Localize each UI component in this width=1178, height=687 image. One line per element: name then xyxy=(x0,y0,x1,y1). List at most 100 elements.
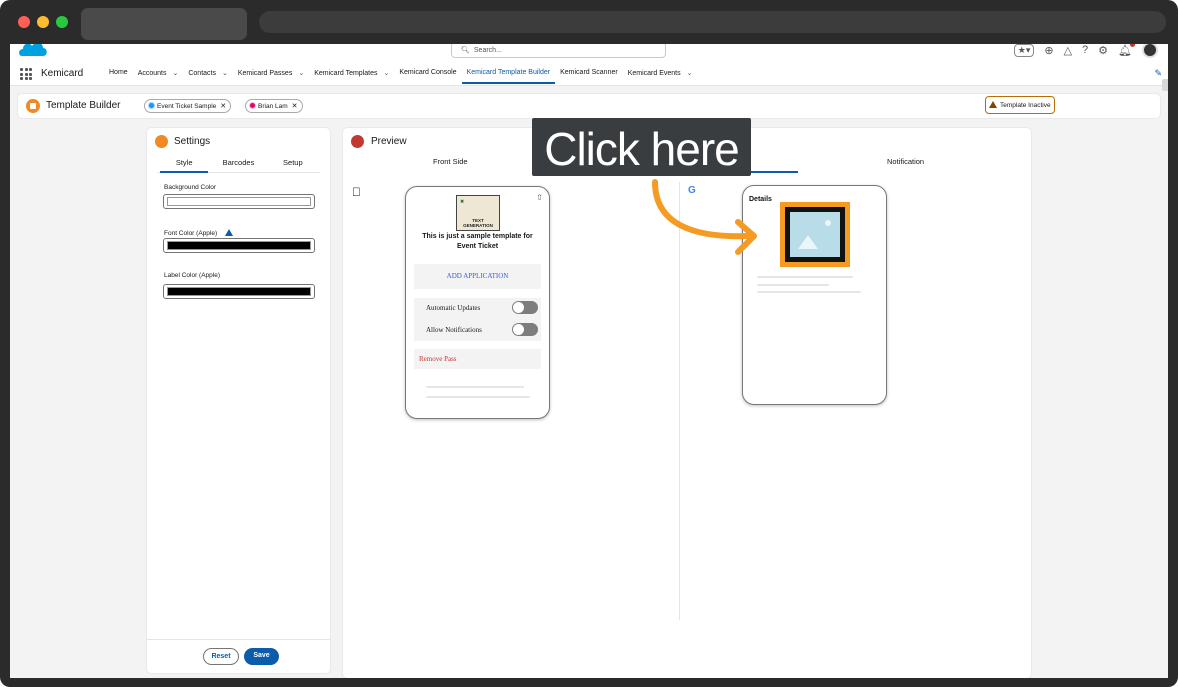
add-application-button[interactable]: ADD APPLICATION xyxy=(414,264,541,289)
search-icon: 🔍︎ xyxy=(461,47,470,54)
nav-item-label: Kemicard Templates xyxy=(314,70,378,77)
apple-icon:  xyxy=(352,185,361,199)
settings-title: Settings xyxy=(174,136,211,147)
address-bar[interactable] xyxy=(259,11,1166,33)
global-header: 🔍︎ Search... ★▾ ⊕ △ ? ⚙ 🔔︎ xyxy=(10,44,1168,64)
add-icon[interactable]: ⊕ xyxy=(1044,44,1053,57)
header-utilities: ★▾ ⊕ △ ? ⚙ 🔔︎ xyxy=(1013,44,1158,58)
side-panel-handle[interactable] xyxy=(1162,79,1168,91)
image-placeholder-icon xyxy=(790,212,840,257)
placeholder-line xyxy=(426,396,530,398)
minimize-window-button[interactable] xyxy=(37,16,49,28)
label-color-label: Label Color (Apple) xyxy=(164,272,221,279)
font-color-label: Font Color (Apple) xyxy=(164,229,234,237)
chevron-down-icon[interactable]: ⌄ xyxy=(222,70,228,77)
preview-icon xyxy=(351,135,364,148)
app-navigation-bar: Kemicard Home Accounts ⌄ Contacts ⌄ Kemicard … xyxy=(10,64,1168,86)
allow-notifications-row: Allow Notifications xyxy=(426,320,538,340)
nav-item[interactable]: Kemicard Console xyxy=(394,64,461,86)
close-window-button[interactable] xyxy=(18,16,30,28)
placeholder-line xyxy=(757,276,853,278)
reset-button[interactable]: Reset xyxy=(203,648,239,665)
app-name: Kemicard xyxy=(41,68,84,79)
share-icon[interactable]: ⇧ xyxy=(536,193,543,202)
nav-item[interactable]: Kemicard Passes ⌄ xyxy=(233,64,309,86)
placeholder-line xyxy=(757,291,861,293)
settings-tabs: Style Barcodes Setup xyxy=(157,156,320,173)
nav-item[interactable]: Accounts ⌄ xyxy=(133,64,184,86)
chevron-down-icon[interactable]: ⌄ xyxy=(687,70,693,77)
template-builder-icon xyxy=(26,99,40,113)
font-color-label-text: Font Color (Apple) xyxy=(164,230,218,237)
placeholder-line xyxy=(426,386,524,388)
tab-front-side[interactable]: Front Side xyxy=(433,157,468,166)
favorites-star-icon[interactable]: ★▾ xyxy=(1013,44,1035,57)
apple-wallet-preview: ⇧ ✖ TEXT GENERATION This is just a sampl… xyxy=(405,186,550,419)
event-pill-label: Event Ticket Sample xyxy=(157,103,217,110)
user-avatar[interactable] xyxy=(1142,44,1158,58)
global-search-input[interactable]: 🔍︎ Search... xyxy=(451,44,666,58)
tab-setup[interactable]: Setup xyxy=(266,156,320,172)
settings-icon xyxy=(155,135,168,148)
chevron-down-icon[interactable]: ⌄ xyxy=(172,70,178,77)
save-button[interactable]: Save xyxy=(244,648,279,665)
callout-arrow-icon xyxy=(652,179,757,255)
details-image-frame xyxy=(785,207,845,262)
pass-settings-group: Automatic Updates Allow Notifications xyxy=(414,298,541,341)
image-mountain-shape xyxy=(798,235,818,249)
thumbnail-text: TEXT GENERATION xyxy=(463,218,493,228)
remove-pass-button[interactable]: Remove Pass xyxy=(414,349,541,369)
pass-thumbnail: ✖ TEXT GENERATION xyxy=(456,195,500,231)
allow-notifications-toggle[interactable] xyxy=(512,323,538,336)
trailhead-icon[interactable]: △ xyxy=(1064,44,1072,57)
salesforce-cloud-icon[interactable] xyxy=(18,44,48,58)
nav-item[interactable]: Home xyxy=(104,64,133,86)
details-image-highlight[interactable] xyxy=(780,202,850,267)
nav-item-label: Contacts xyxy=(188,70,216,77)
nav-item[interactable]: Contacts ⌄ xyxy=(183,64,233,86)
help-icon[interactable]: ? xyxy=(1082,44,1088,56)
allow-notifications-label: Allow Notifications xyxy=(426,326,482,334)
event-ticket-pill[interactable]: Event Ticket Sample ✕ xyxy=(144,99,232,113)
status-badge-label: Template Inactive xyxy=(1000,102,1051,109)
nav-items: Home Accounts ⌄ Contacts ⌄ Kemicard Passes ⌄ Ke… xyxy=(104,64,698,86)
nav-item-label: Home xyxy=(109,69,128,76)
warning-icon xyxy=(989,101,997,108)
tab-barcodes[interactable]: Barcodes xyxy=(211,156,265,172)
nav-item-label: Accounts xyxy=(137,70,167,77)
automatic-updates-toggle[interactable] xyxy=(512,301,538,314)
tab-notification[interactable]: Notification xyxy=(887,157,924,166)
nav-item[interactable]: Kemicard Templates ⌄ xyxy=(309,64,394,86)
nav-item[interactable]: Kemicard Events ⌄ xyxy=(623,64,698,86)
automatic-updates-label: Automatic Updates xyxy=(426,304,481,312)
gear-icon[interactable]: ⚙ xyxy=(1098,44,1108,57)
chevron-down-icon[interactable]: ⌄ xyxy=(298,70,304,77)
click-here-callout: Click here xyxy=(532,118,751,176)
app-launcher-icon[interactable] xyxy=(20,68,32,80)
page-title: Template Builder xyxy=(46,100,121,111)
template-inactive-badge[interactable]: Template Inactive xyxy=(985,96,1055,114)
maximize-window-button[interactable] xyxy=(56,16,68,28)
pass-description: This is just a sample template for Event… xyxy=(422,233,533,250)
chevron-down-icon[interactable]: ⌄ xyxy=(384,70,390,77)
browser-tab[interactable] xyxy=(81,8,247,40)
edit-nav-pencil-icon[interactable]: ✎ xyxy=(1154,68,1162,79)
label-color-field[interactable] xyxy=(163,284,315,299)
notifications-bell-icon[interactable]: 🔔︎ xyxy=(1118,44,1135,57)
search-placeholder: Search... xyxy=(473,47,502,54)
user-pill-label: Brian Lam xyxy=(258,103,288,110)
tab-style[interactable]: Style xyxy=(157,156,211,173)
info-warning-icon xyxy=(225,229,234,236)
nav-item[interactable]: Kemicard Template Builder xyxy=(461,64,556,86)
settings-panel: Settings Style Barcodes Setup Background… xyxy=(147,128,330,673)
user-pill[interactable]: Brian Lam ✕ xyxy=(245,99,303,113)
background-color-field[interactable] xyxy=(163,194,315,209)
thumbnail-logo-icon: ✖ xyxy=(460,199,465,205)
remove-event-pill-icon[interactable]: ✕ xyxy=(220,103,226,110)
nav-item[interactable]: Kemicard Scanner xyxy=(555,64,623,86)
event-icon xyxy=(148,102,155,109)
browser-window: 🔍︎ Search... ★▾ ⊕ △ ? ⚙ 🔔︎ Kemicard Home A… xyxy=(0,0,1178,687)
remove-user-pill-icon[interactable]: ✕ xyxy=(292,103,298,110)
font-color-field[interactable] xyxy=(163,238,315,253)
page-header: Template Builder Event Ticket Sample ✕ Br… xyxy=(18,94,1160,118)
